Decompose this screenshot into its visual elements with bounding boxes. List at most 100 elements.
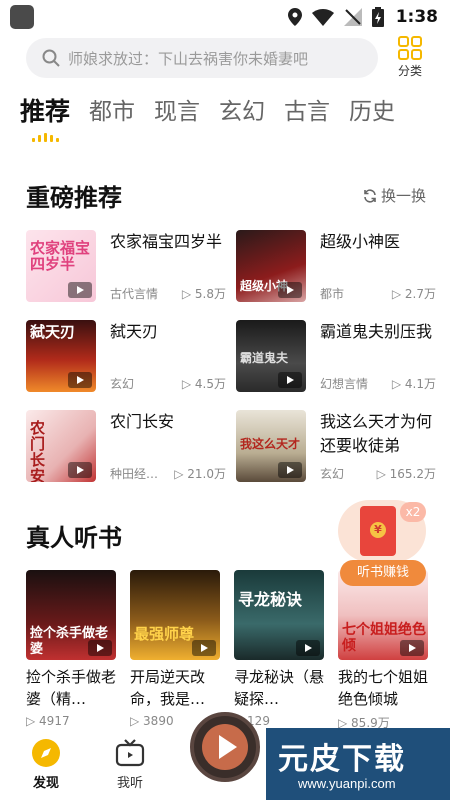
nav-my-listening[interactable]: 我听 xyxy=(100,738,160,791)
tab-ancient-romance[interactable]: 古言 xyxy=(284,92,330,140)
no-signal-icon xyxy=(343,8,362,26)
listen-earn-widget[interactable]: x2 听书赚钱 xyxy=(338,500,430,588)
tab-modern-romance[interactable]: 现言 xyxy=(154,92,200,140)
book-cover: 农门长安 xyxy=(26,410,96,482)
audio-book-item[interactable]: 寻龙秘诀 寻龙秘诀（悬疑探… ▷ 129 xyxy=(234,570,324,730)
book-title: 我这么天才为何还要收徒弟 xyxy=(320,412,433,455)
book-cover: 霸道鬼夫 xyxy=(236,320,306,392)
nav-label: 我听 xyxy=(116,776,143,791)
channel-tabs: 推荐 都市 现言 玄幻 古言 历史 xyxy=(20,92,414,142)
book-plays: ▷ 165.2万 xyxy=(376,467,436,481)
book-cover: 弑天刃 xyxy=(26,320,96,392)
category-button[interactable]: 分类 xyxy=(390,36,430,80)
book-item[interactable]: 超级小神 超级小神医 都市 ▷ 2.7万 xyxy=(236,230,436,302)
audio-plays: ▷ 4917 xyxy=(26,714,70,728)
search-input[interactable]: 师娘求放过：下山去祸害你未婚妻吧 xyxy=(26,38,378,78)
cover-title: 我这么天才 xyxy=(240,437,301,451)
play-icon xyxy=(88,640,112,656)
multiplier-badge: x2 xyxy=(400,502,426,522)
book-item[interactable]: 农门长安 农门长安 种田经… ▷ 21.0万 xyxy=(26,410,226,482)
audio-book-item[interactable]: 七个姐姐绝色倾 我的七个姐姐绝色倾城 ▷ 85.9万 xyxy=(338,570,428,730)
now-playing-button[interactable] xyxy=(190,712,260,782)
audio-cover: 最强师尊 xyxy=(130,570,220,660)
book-genre: 玄幻 xyxy=(320,467,345,481)
plays-value: 3890 xyxy=(143,714,174,728)
book-title: 农门长安 xyxy=(110,412,175,431)
play-icon xyxy=(68,282,92,298)
plays-value: 4917 xyxy=(39,714,70,728)
watermark: 元皮下载 www.yuanpi.com xyxy=(266,728,450,800)
red-envelope-icon xyxy=(360,506,396,556)
cover-title: 寻龙秘诀 xyxy=(238,590,303,609)
tab-city[interactable]: 都市 xyxy=(89,92,135,140)
search-icon xyxy=(40,47,62,69)
play-icon xyxy=(278,462,302,478)
audio-title: 开局逆天改命，我是… xyxy=(130,668,206,708)
book-item[interactable]: 霸道鬼夫 霸道鬼夫别压我 幻想言情 ▷ 4.1万 xyxy=(236,320,436,392)
book-item[interactable]: 农家福宝四岁半 农家福宝四岁半 古代言情 ▷ 5.8万 xyxy=(26,230,226,302)
book-item[interactable]: 我这么天才 我这么天才为何还要收徒弟 玄幻 ▷ 165.2万 xyxy=(236,410,436,482)
search-row: 师娘求放过：下山去祸害你未婚妻吧 分类 xyxy=(0,36,450,80)
audio-title: 寻龙秘诀（悬疑探… xyxy=(234,668,325,708)
refresh-label: 换一换 xyxy=(380,187,426,205)
book-genre: 都市 xyxy=(320,287,345,301)
refresh-icon xyxy=(364,188,376,203)
play-icon xyxy=(296,640,320,656)
book-title: 农家福宝四岁半 xyxy=(110,232,223,251)
book-cover: 超级小神 xyxy=(236,230,306,302)
featured-section-title: 重磅推荐 xyxy=(26,184,122,212)
wifi-icon xyxy=(311,8,334,26)
audio-book-item[interactable]: 最强师尊 开局逆天改命，我是… ▷ 3890 xyxy=(130,570,220,730)
plays-value: 4.1万 xyxy=(404,377,436,391)
book-title: 霸道鬼夫别压我 xyxy=(320,322,433,341)
nav-label: 发现 xyxy=(32,776,59,791)
cover-title: 农家福宝四岁半 xyxy=(30,239,91,273)
search-placeholder: 师娘求放过：下山去祸害你未婚妻吧 xyxy=(68,49,309,68)
watermark-title: 元皮下载 xyxy=(278,742,406,777)
audio-plays: ▷ 3890 xyxy=(130,714,174,728)
play-icon xyxy=(68,462,92,478)
audio-cover: 捡个杀手做老婆 xyxy=(26,570,116,660)
plays-value: 2.7万 xyxy=(404,287,436,301)
cover-title: 弑天刃 xyxy=(30,323,76,341)
plays-value: 21.0万 xyxy=(187,467,226,481)
audio-cover: 寻龙秘诀 xyxy=(234,570,324,660)
watermark-url: www.yuanpi.com xyxy=(298,776,396,791)
tab-recommend[interactable]: 推荐 xyxy=(20,92,71,142)
tab-fantasy[interactable]: 玄幻 xyxy=(219,92,265,140)
audio-section-title: 真人听书 xyxy=(26,524,122,552)
location-icon xyxy=(287,8,302,26)
book-plays: ▷ 4.1万 xyxy=(391,377,436,391)
play-icon xyxy=(68,372,92,388)
audio-title: 我的七个姐姐绝色倾城 xyxy=(338,668,429,708)
cover-title: 农门长安 xyxy=(30,419,46,482)
book-cover: 农家福宝四岁半 xyxy=(26,230,96,302)
status-time: 1:38 xyxy=(395,7,438,27)
plays-value: 165.2万 xyxy=(389,467,436,481)
book-title: 弑天刃 xyxy=(110,322,159,341)
book-genre: 玄幻 xyxy=(110,377,135,391)
tab-label: 推荐 xyxy=(20,97,71,126)
play-icon xyxy=(278,282,302,298)
active-tab-indicator xyxy=(32,133,59,142)
book-plays: ▷ 21.0万 xyxy=(174,467,226,481)
cover-title: 最强师尊 xyxy=(134,625,195,643)
reward-label: 听书赚钱 xyxy=(340,560,426,586)
plays-value: 5.8万 xyxy=(194,287,226,301)
book-cover: 我这么天才 xyxy=(236,410,306,482)
play-icon xyxy=(400,640,424,656)
book-plays: ▷ 2.7万 xyxy=(391,287,436,301)
grid-category-icon xyxy=(398,36,422,60)
refresh-button[interactable]: 换一换 xyxy=(363,185,426,206)
book-item[interactable]: 弑天刃 弑天刃 玄幻 ▷ 4.5万 xyxy=(26,320,226,392)
audio-book-item[interactable]: 捡个杀手做老婆 捡个杀手做老婆（精… ▷ 4917 xyxy=(26,570,116,730)
status-icons: 1:38 xyxy=(287,5,438,29)
book-genre: 幻想言情 xyxy=(320,377,369,391)
plays-value: 4.5万 xyxy=(194,377,226,391)
battery-charging-icon xyxy=(371,7,384,27)
cover-title: 霸道鬼夫 xyxy=(240,351,289,365)
app-notification-icon xyxy=(10,5,34,29)
play-icon xyxy=(192,640,216,656)
nav-discover[interactable]: 发现 xyxy=(16,738,76,791)
tab-history[interactable]: 历史 xyxy=(349,92,395,140)
